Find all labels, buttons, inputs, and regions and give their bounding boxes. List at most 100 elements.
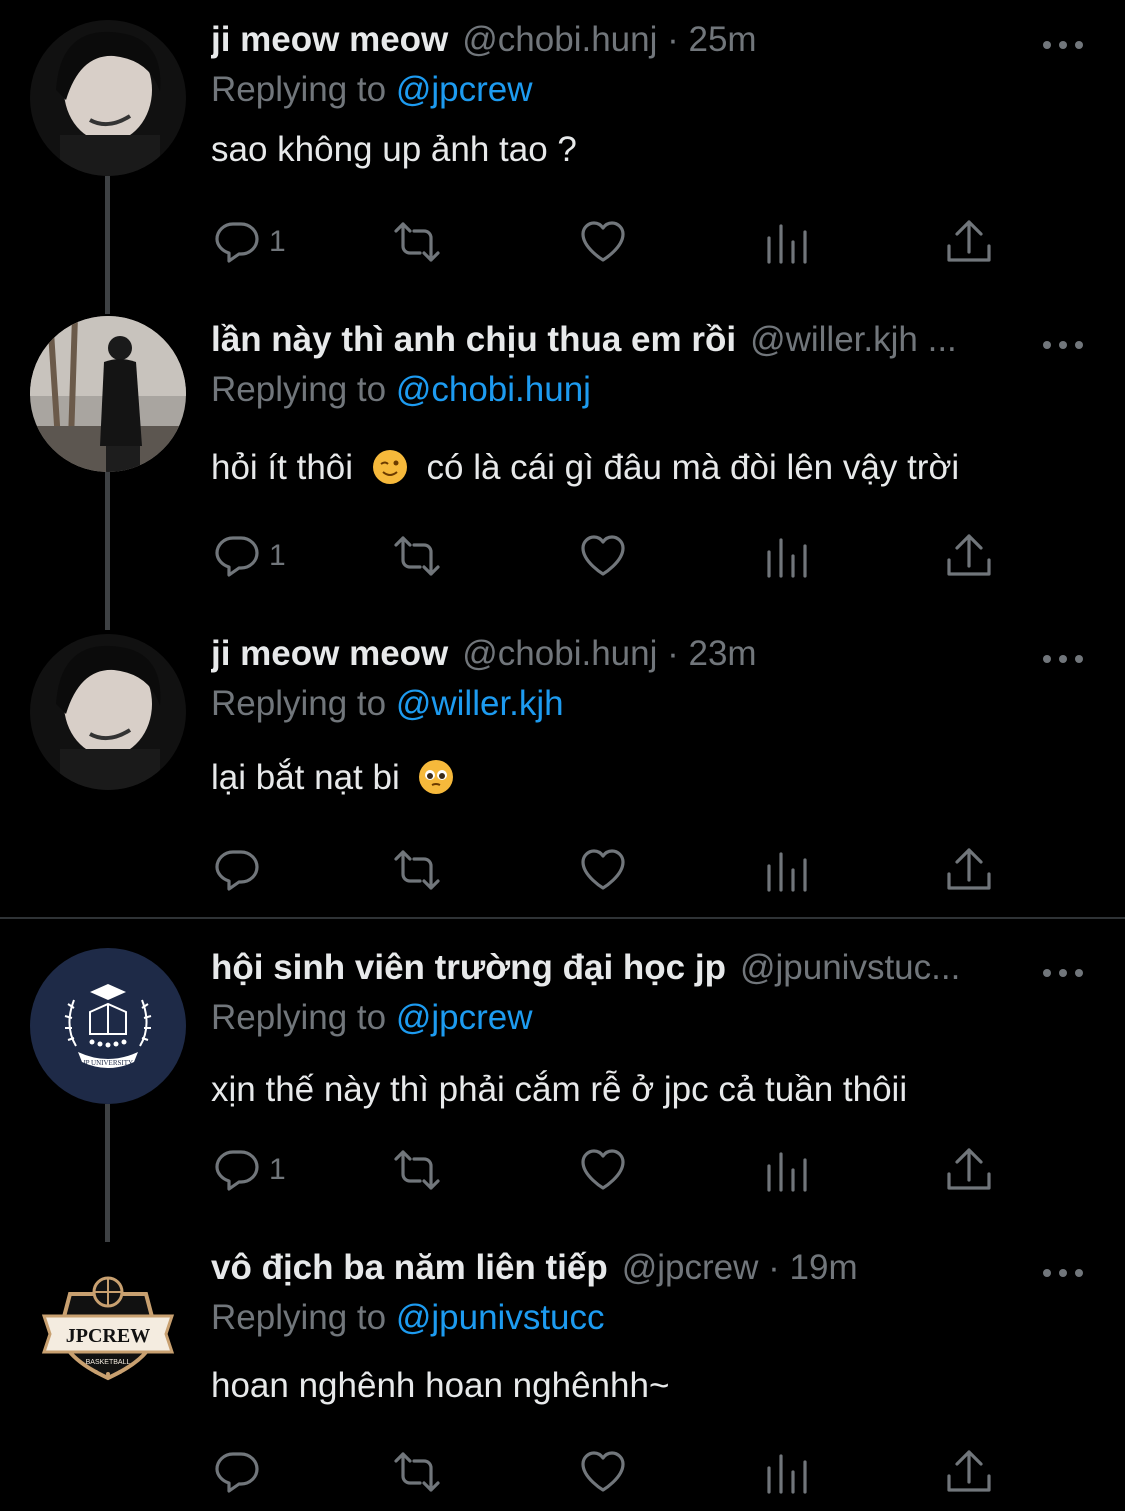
- retweet-button[interactable]: [393, 214, 441, 270]
- more-options-icon[interactable]: [1043, 652, 1083, 666]
- avatar[interactable]: [30, 634, 186, 790]
- retweet-icon: [394, 1452, 440, 1492]
- handle-time[interactable]: @chobi.hunj · 23m: [462, 634, 756, 674]
- reply-button[interactable]: 1: [213, 1142, 286, 1198]
- replying-label: Replying to: [211, 684, 387, 723]
- more-options-icon[interactable]: [1043, 338, 1083, 352]
- display-name[interactable]: ji meow meow: [211, 20, 448, 60]
- tweet-text: hỏi ít thôi có là cái gì đâu mà đòi lên …: [211, 448, 959, 488]
- mention-link[interactable]: @jpcrew: [396, 998, 533, 1037]
- tweet[interactable]: ji meow meow @chobi.hunj · 23m Replying …: [0, 634, 1125, 914]
- views-button[interactable]: [763, 1142, 811, 1198]
- reply-icon: [215, 1452, 259, 1493]
- mention-link[interactable]: @willer.kjh: [396, 684, 564, 723]
- mention-link[interactable]: @jpunivstucc: [396, 1298, 605, 1337]
- retweet-button[interactable]: [393, 1444, 441, 1500]
- tweet[interactable]: JP UNIVERSITY hội sinh viên trường đại h…: [0, 948, 1125, 1228]
- display-name[interactable]: vô địch ba năm liên tiếp: [211, 1248, 608, 1288]
- reply-count: 1: [269, 1153, 286, 1186]
- heart-icon: [581, 221, 625, 262]
- reply-icon: [215, 222, 259, 263]
- tweet[interactable]: lần này thì anh chịu thua em rồi @willer…: [0, 316, 1125, 610]
- avatar[interactable]: JP UNIVERSITY: [30, 948, 186, 1104]
- share-icon: [947, 1148, 991, 1190]
- more-options-icon[interactable]: [1043, 966, 1083, 980]
- more-options-icon[interactable]: [1043, 38, 1083, 52]
- reply-count: 1: [269, 539, 286, 572]
- replying-to: Replying to @jpcrew: [211, 70, 533, 110]
- replying-to: Replying to @willer.kjh: [211, 684, 564, 724]
- like-button[interactable]: [579, 842, 627, 898]
- replying-to: Replying to @chobi.hunj: [211, 370, 591, 410]
- like-button[interactable]: [579, 1142, 627, 1198]
- share-icon: [947, 534, 991, 576]
- reply-count: 1: [269, 225, 286, 258]
- like-button[interactable]: [579, 528, 627, 584]
- avatar[interactable]: [30, 20, 186, 176]
- views-icon: [767, 1454, 807, 1494]
- views-button[interactable]: [763, 528, 811, 584]
- reply-button[interactable]: 1: [213, 214, 286, 270]
- reply-button[interactable]: 1: [213, 528, 286, 584]
- reply-button[interactable]: [213, 1444, 269, 1500]
- mention-link[interactable]: @jpcrew: [396, 70, 533, 109]
- handle-time[interactable]: @jpunivstuc...: [740, 948, 960, 988]
- mention-link[interactable]: @chobi.hunj: [396, 370, 591, 409]
- views-button[interactable]: [763, 1444, 811, 1500]
- more-options-icon[interactable]: [1043, 1266, 1083, 1280]
- handle-time[interactable]: @jpcrew · 19m: [622, 1248, 858, 1288]
- retweet-icon: [394, 222, 440, 262]
- reply-icon: [215, 536, 259, 577]
- avatar-photo: [30, 20, 186, 176]
- replying-label: Replying to: [211, 370, 387, 409]
- share-button[interactable]: [945, 1142, 993, 1198]
- jp-university-logo: JP UNIVERSITY: [30, 948, 186, 1104]
- share-button[interactable]: [945, 528, 993, 584]
- like-button[interactable]: [579, 1444, 627, 1500]
- retweet-button[interactable]: [393, 842, 441, 898]
- views-icon: [767, 538, 807, 578]
- logo-subtext: BASKETBALL: [86, 1359, 131, 1366]
- retweet-icon: [394, 850, 440, 890]
- heart-icon: [581, 1451, 625, 1492]
- avatar-photo: [30, 634, 186, 790]
- tweet-text-part: lại bắt nạt bi: [211, 758, 400, 797]
- tweet-actions: 1: [211, 528, 1011, 584]
- like-button[interactable]: [579, 214, 627, 270]
- share-button[interactable]: [945, 842, 993, 898]
- share-button[interactable]: [945, 1444, 993, 1500]
- handle-time[interactable]: @chobi.hunj · 25m: [462, 20, 756, 60]
- avatar-photo: [30, 316, 186, 472]
- tweet[interactable]: JPCREW BASKETBALL vô địch ba năm liên ti…: [0, 1248, 1125, 1511]
- share-button[interactable]: [945, 214, 993, 270]
- avatar[interactable]: JPCREW BASKETBALL: [30, 1254, 186, 1410]
- avatar[interactable]: [30, 316, 186, 472]
- handle-time[interactable]: @willer.kjh ...: [750, 320, 957, 360]
- views-icon: [767, 224, 807, 264]
- display-name[interactable]: ji meow meow: [211, 634, 448, 674]
- views-button[interactable]: [763, 842, 811, 898]
- logo-text: JPCREW: [66, 1325, 150, 1347]
- tweet-actions: [211, 1444, 1011, 1500]
- replying-label: Replying to: [211, 70, 387, 109]
- tweet-actions: 1: [211, 214, 1011, 270]
- pleading-face-emoji: [419, 760, 454, 794]
- views-button[interactable]: [763, 214, 811, 270]
- share-icon: [947, 1450, 991, 1492]
- replying-label: Replying to: [211, 1298, 387, 1337]
- logo-text: JP UNIVERSITY: [83, 1059, 133, 1067]
- tweet-text: hoan nghênh hoan nghênhh~: [211, 1366, 670, 1405]
- reply-icon: [215, 1150, 259, 1191]
- views-icon: [767, 852, 807, 892]
- retweet-icon: [394, 1150, 440, 1190]
- display-name[interactable]: lần này thì anh chịu thua em rồi: [211, 320, 736, 360]
- display-name[interactable]: hội sinh viên trường đại học jp: [211, 948, 726, 988]
- tweet-text-part: có là cái gì đâu mà đòi lên vậy trời: [426, 448, 960, 487]
- tweet-text: sao không up ảnh tao ?: [211, 130, 577, 169]
- heart-icon: [581, 1149, 625, 1190]
- tweet[interactable]: ji meow meow @chobi.hunj · 25m Replying …: [0, 20, 1125, 300]
- jpcrew-logo: JPCREW BASKETBALL: [30, 1254, 186, 1410]
- retweet-button[interactable]: [393, 528, 441, 584]
- retweet-button[interactable]: [393, 1142, 441, 1198]
- reply-button[interactable]: [213, 842, 269, 898]
